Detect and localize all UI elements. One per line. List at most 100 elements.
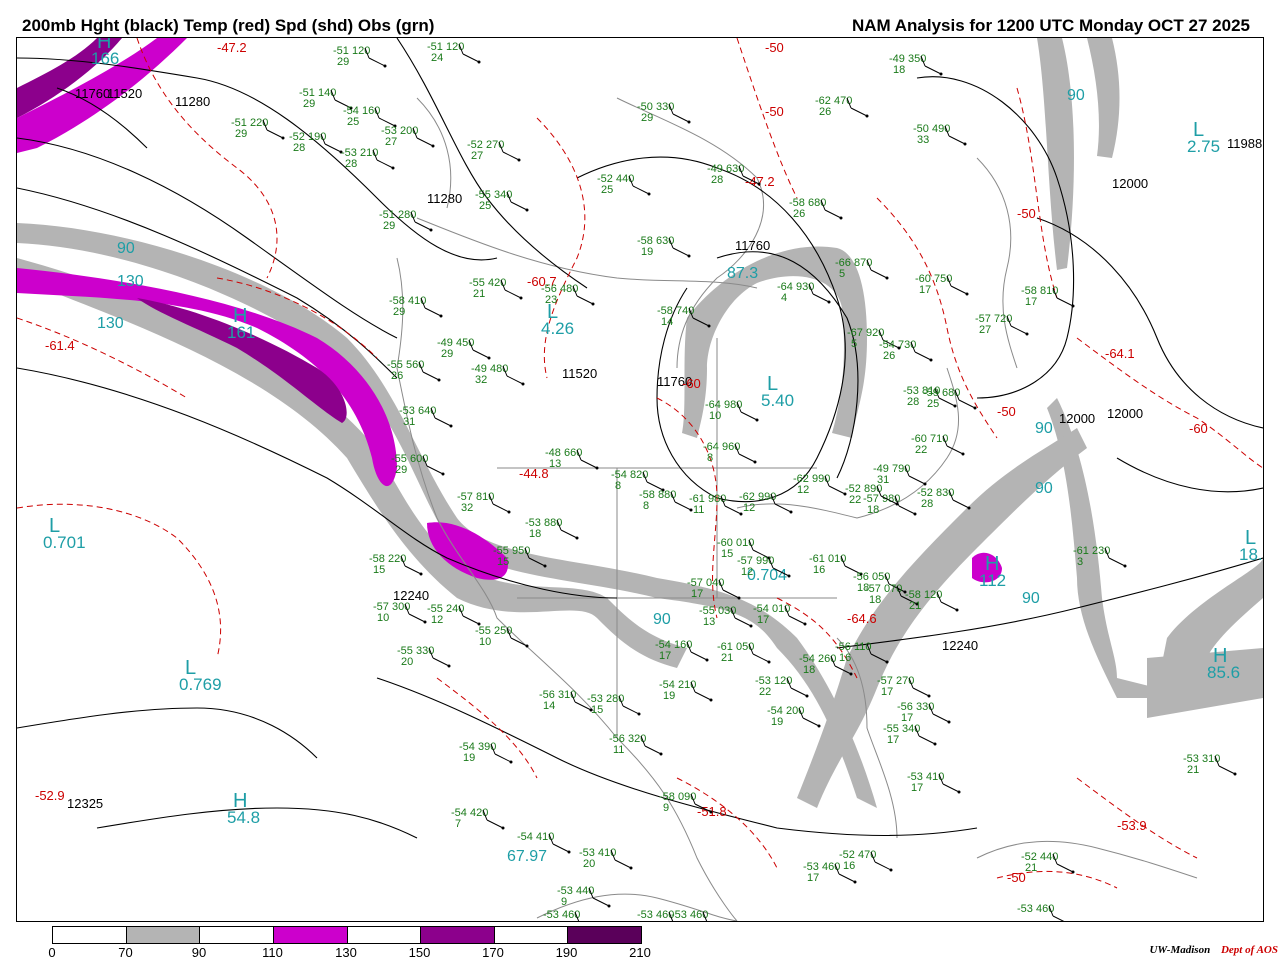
wind-barb-shaft: [1052, 915, 1065, 921]
station-obs: -56 33017: [897, 701, 951, 724]
legend-swatch: [347, 927, 422, 943]
station-obs: -61 2303: [1073, 545, 1127, 568]
height-contour: [1116, 457, 1263, 493]
station-dot: [575, 536, 579, 540]
station-dot: [973, 406, 977, 410]
station-dot: [913, 512, 917, 516]
station-dot: [709, 698, 713, 702]
station-obs: -49 45029: [437, 337, 491, 360]
temperature-label: -47.2: [217, 40, 247, 55]
station-dot: [965, 292, 969, 296]
wind-barb-shaft: [506, 375, 524, 385]
station-obs: -53 460: [543, 909, 580, 921]
station-spread: 16: [813, 564, 825, 576]
station-dot: [749, 624, 753, 628]
map-canvas: 1176011520112801128011760115201176012000…: [17, 38, 1263, 921]
station-spread: 29: [337, 56, 349, 68]
station-obs: -53 4409: [557, 885, 611, 908]
station-spread: 8: [707, 452, 713, 464]
station-dot: [391, 166, 395, 170]
station-spread: 12: [431, 614, 443, 626]
temperature-label: -60: [682, 376, 701, 391]
station-dot: [659, 752, 663, 756]
wind-barb-shaft: [1056, 297, 1074, 307]
station-dot: [933, 742, 937, 746]
speed-extremum-value: 161: [227, 323, 255, 342]
legend-swatch: [273, 927, 348, 943]
station-dot: [567, 850, 571, 854]
wind-barb-shaft: [614, 859, 632, 869]
wind-barb-shaft: [504, 289, 522, 299]
station-dot: [487, 356, 491, 360]
station-spread: 14: [543, 700, 555, 712]
wind-barb-shaft: [938, 397, 956, 407]
speed-contour-label: 90: [1035, 480, 1053, 497]
wind-barb-shaft: [774, 503, 792, 513]
station-dot: [437, 378, 441, 382]
station-spread: 21: [1025, 862, 1037, 874]
station-dot: [953, 404, 957, 408]
station-spread: 10: [479, 636, 491, 648]
station-spread: 20: [401, 656, 413, 668]
legend-tick-label: 210: [629, 945, 651, 960]
station-spread: 19: [771, 716, 783, 728]
legend-swatch: [53, 927, 127, 943]
station-spread: 17: [881, 686, 893, 698]
temp-contour: [136, 38, 278, 279]
wind-barb-shaft: [266, 129, 284, 139]
wind-barb-shaft: [918, 735, 936, 745]
station-obs: -58 12021: [905, 589, 959, 612]
temperature-label: -53.9: [1117, 818, 1147, 833]
station-temp-height: -53 460: [637, 909, 674, 921]
station-dot: [929, 358, 933, 362]
station-spread: 20: [583, 858, 595, 870]
station-obs: -53 64031: [399, 405, 453, 428]
station-obs: -53 41017: [907, 771, 961, 794]
station-obs: -60 75017: [915, 273, 969, 296]
temperature-label: -60: [1189, 421, 1208, 436]
station-spread: 17: [887, 734, 899, 746]
station-dot: [509, 760, 513, 764]
station-dot: [439, 314, 443, 318]
speed-contour-label: 87.3: [727, 265, 758, 282]
station-spread: 25: [479, 200, 491, 212]
wind-barb-shaft: [560, 529, 578, 539]
wind-barb-shaft: [898, 505, 916, 515]
station-obs: -54 16017: [655, 639, 709, 662]
station-obs: -49 35018: [889, 53, 943, 76]
station-spread: 19: [463, 752, 475, 764]
legend-tick-label: 170: [482, 945, 504, 960]
station-obs: -54 73026: [879, 339, 933, 362]
legend-tick-label: 0: [48, 945, 56, 960]
speed-contour-label: 90: [117, 240, 135, 257]
speed-contour-label: 130: [117, 273, 144, 290]
station-dot: [687, 254, 691, 258]
station-spread: 25: [347, 116, 359, 128]
station-dot: [519, 296, 523, 300]
station-obs: -54 20019: [767, 705, 821, 728]
station-spread: 10: [709, 410, 721, 422]
station-spread: 17: [757, 614, 769, 626]
speed-extremum-value: 18.9: [1239, 545, 1263, 564]
station-spread: 27: [979, 324, 991, 336]
wind-barb-shaft: [950, 285, 968, 295]
station-dot: [591, 302, 595, 306]
wind-barb-shaft: [838, 873, 856, 883]
wind-barb-shaft: [824, 209, 842, 219]
wind-barb-shaft: [958, 399, 976, 409]
wind-barb-shaft: [828, 485, 846, 495]
station-obs: -49 48032: [471, 363, 525, 386]
wind-barb-shaft: [424, 307, 442, 317]
legend-tick-label: 190: [555, 945, 578, 960]
station-spread: 29: [395, 464, 407, 476]
station-dot: [803, 622, 807, 626]
station-dot: [595, 466, 599, 470]
temperature-label: -50: [1017, 206, 1036, 221]
station-spread: 14: [661, 316, 673, 328]
temp-contour: [436, 677, 538, 779]
height-label: 11520: [107, 86, 142, 101]
station-obs: -59 68025: [923, 387, 977, 410]
station-spread: 26: [793, 208, 805, 220]
wind-barb-shaft: [552, 843, 570, 853]
wind-barb-shaft: [870, 269, 888, 279]
